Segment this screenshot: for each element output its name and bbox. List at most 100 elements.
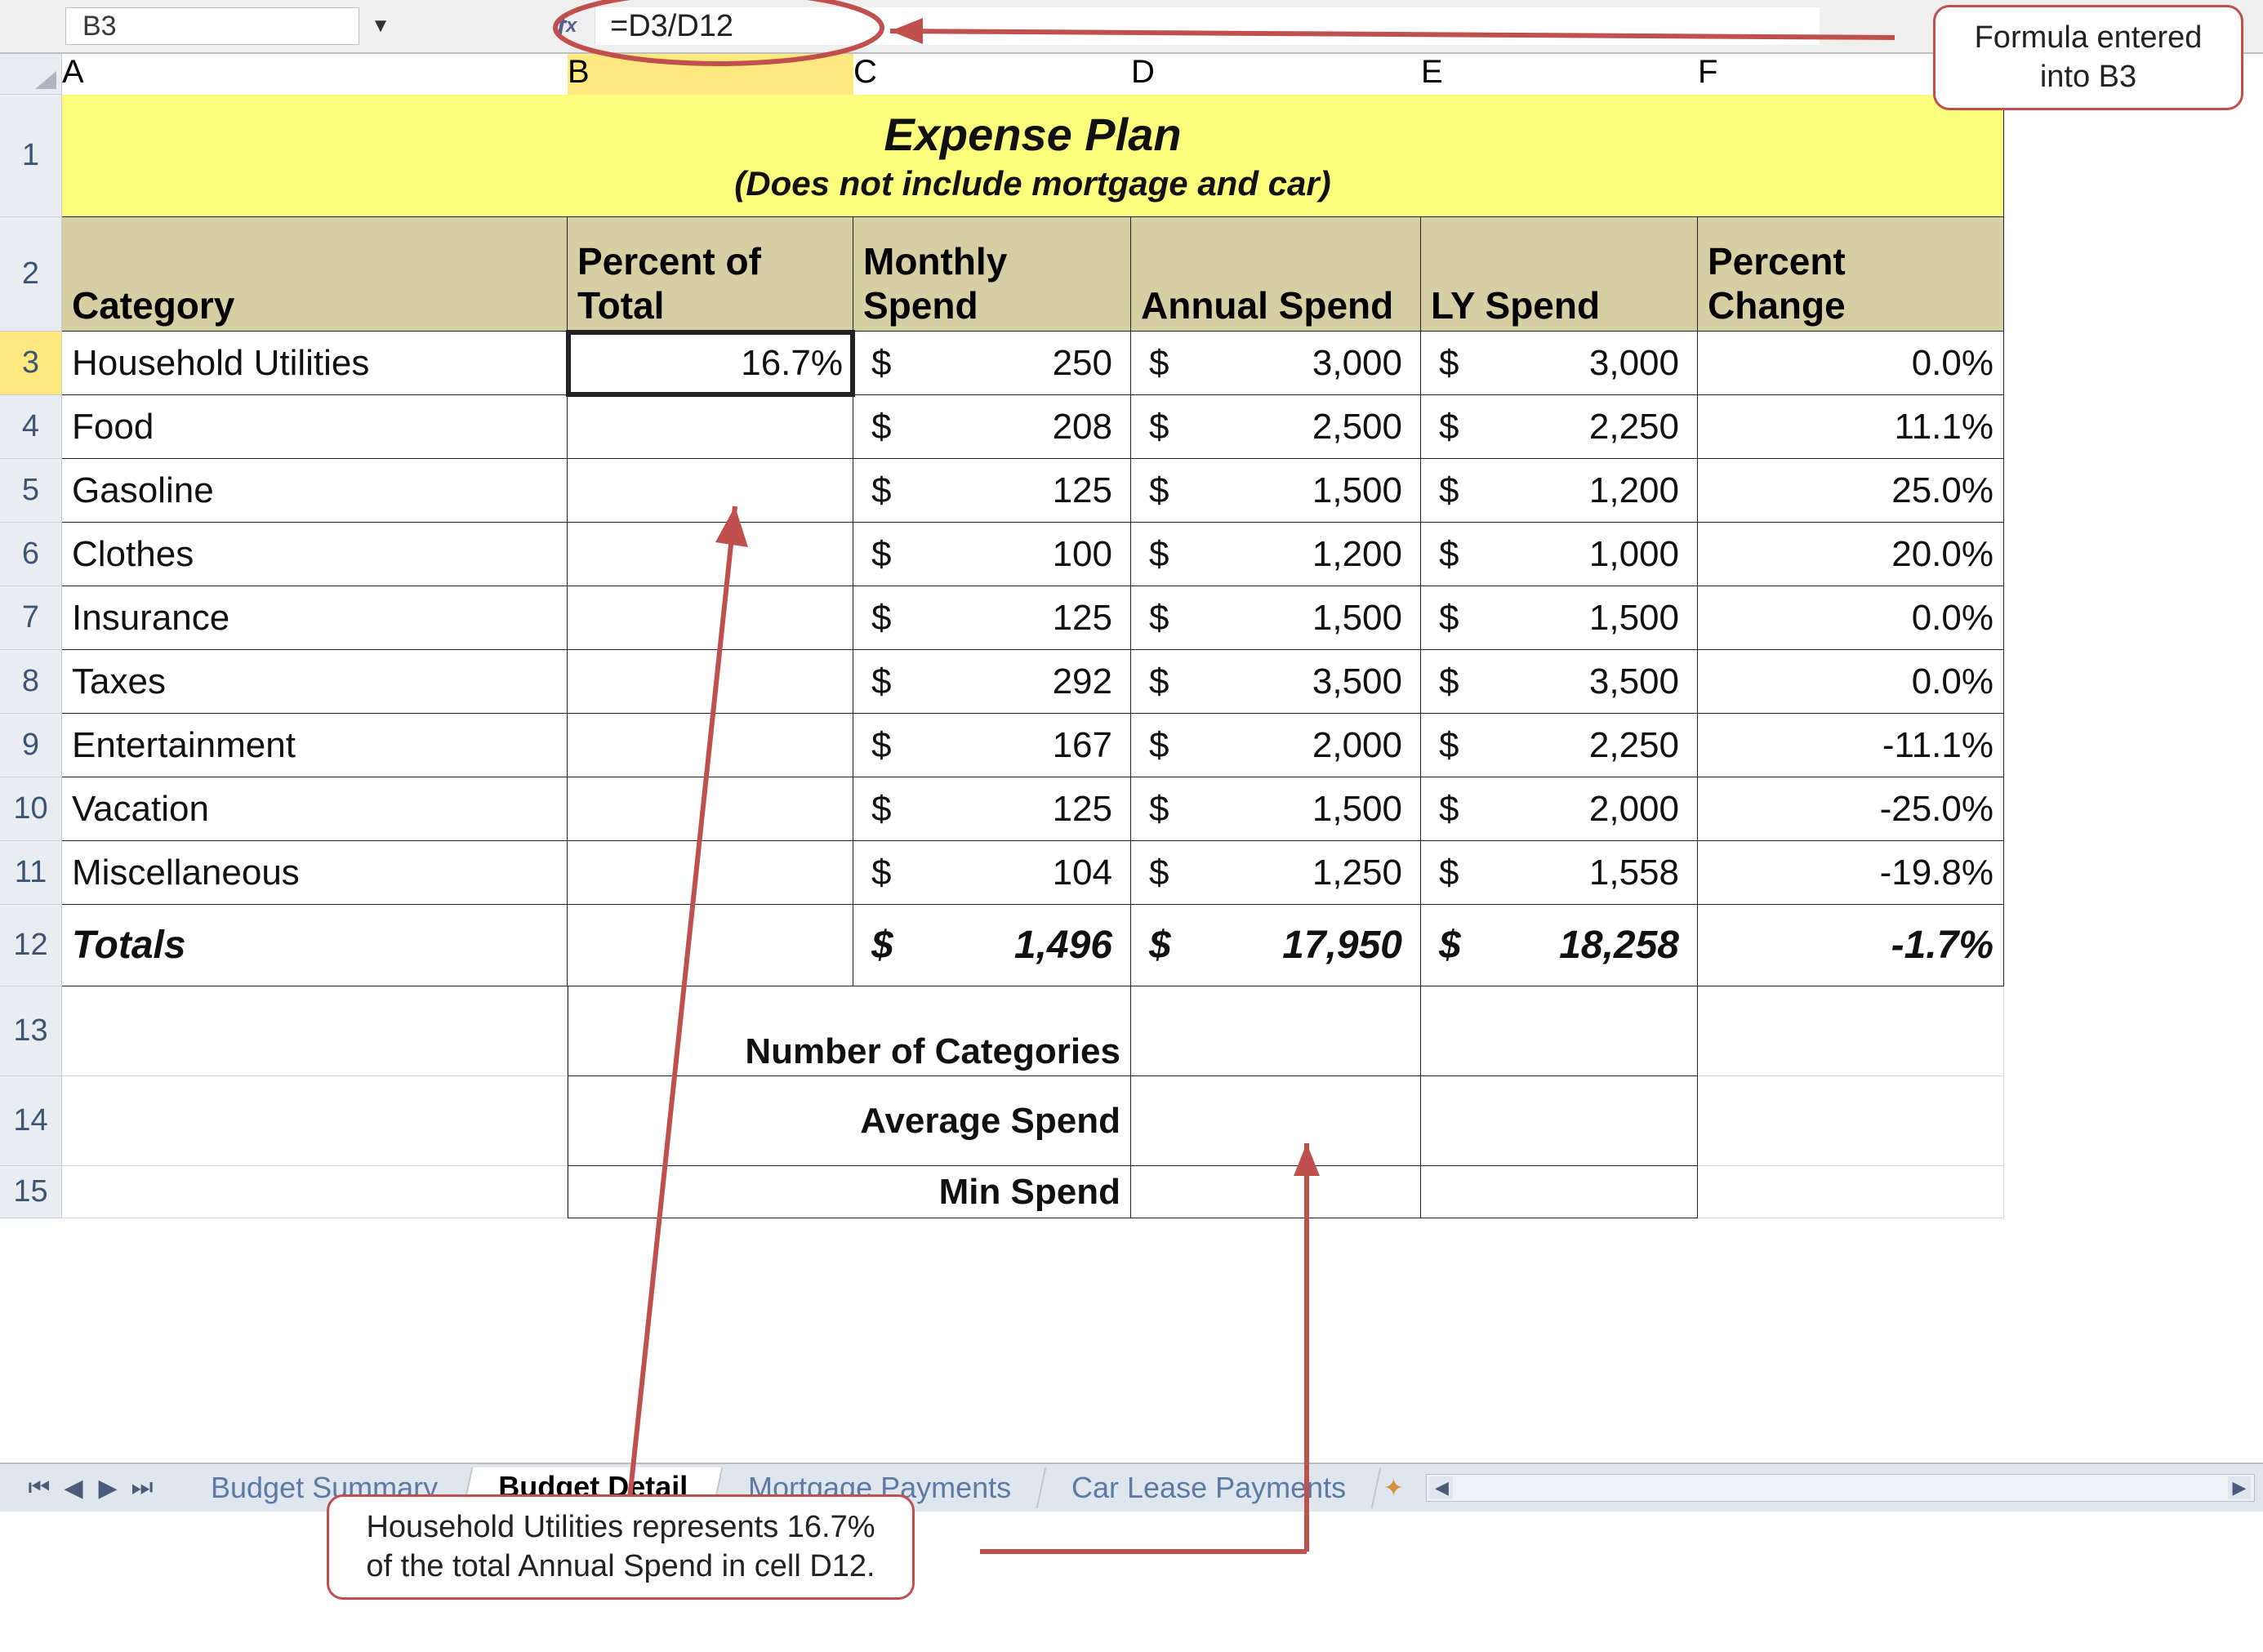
cell-E15[interactable] xyxy=(1421,1166,1698,1218)
cell-D12[interactable]: $17,950 xyxy=(1131,905,1421,986)
name-box[interactable]: B3 xyxy=(65,7,359,45)
row-header-6[interactable]: 6 xyxy=(0,523,62,586)
cell-B11[interactable] xyxy=(568,841,853,905)
cell-A8[interactable]: Taxes xyxy=(62,650,568,714)
cell-E7[interactable]: $1,500 xyxy=(1421,586,1698,650)
cell-F13[interactable] xyxy=(1698,986,2004,1076)
row-header-8[interactable]: 8 xyxy=(0,650,62,714)
cell-D3[interactable]: $3,000 xyxy=(1131,332,1421,395)
cell-F10[interactable]: -25.0% xyxy=(1698,777,2004,841)
cell-C8[interactable]: $292 xyxy=(853,650,1131,714)
cell-D7[interactable]: $1,500 xyxy=(1131,586,1421,650)
tab-mortgage-payments[interactable]: Mortgage Payments xyxy=(715,1467,1047,1508)
cell-A14[interactable] xyxy=(62,1076,568,1166)
row-header-4[interactable]: 4 xyxy=(0,395,62,459)
cell-B10[interactable] xyxy=(568,777,853,841)
cell-C3[interactable]: $250 xyxy=(853,332,1131,395)
cell-B4[interactable] xyxy=(568,395,853,459)
tab-last-icon[interactable]: ⏭ xyxy=(127,1474,157,1503)
cell-D5[interactable]: $1,500 xyxy=(1131,459,1421,523)
cell-E10[interactable]: $2,000 xyxy=(1421,777,1698,841)
tab-budget-summary[interactable]: Budget Summary xyxy=(177,1467,474,1508)
cell-E11[interactable]: $1,558 xyxy=(1421,841,1698,905)
cell-E6[interactable]: $1,000 xyxy=(1421,523,1698,586)
row-header-10[interactable]: 10 xyxy=(0,777,62,841)
cell-F5[interactable]: 25.0% xyxy=(1698,459,2004,523)
summary-label-15[interactable]: Min Spend xyxy=(568,1166,1131,1218)
row-header-1[interactable]: 1 xyxy=(0,95,62,217)
cell-A3[interactable]: Household Utilities xyxy=(62,332,568,395)
col-header-D[interactable]: D xyxy=(1131,54,1421,95)
hdr-monthly[interactable]: Monthly Spend xyxy=(853,217,1131,332)
cell-F15[interactable] xyxy=(1698,1166,2004,1218)
cell-C5[interactable]: $125 xyxy=(853,459,1131,523)
row-header-15[interactable]: 15 xyxy=(0,1166,62,1218)
cell-E8[interactable]: $3,500 xyxy=(1421,650,1698,714)
scroll-left-icon[interactable]: ◀ xyxy=(1430,1476,1453,1499)
tab-first-icon[interactable]: ⏮ xyxy=(25,1474,54,1503)
cell-E3[interactable]: $3,000 xyxy=(1421,332,1698,395)
row-header-9[interactable]: 9 xyxy=(0,714,62,777)
cell-A11[interactable]: Miscellaneous xyxy=(62,841,568,905)
row-header-14[interactable]: 14 xyxy=(0,1076,62,1166)
cell-D10[interactable]: $1,500 xyxy=(1131,777,1421,841)
horizontal-scrollbar[interactable]: ◀ ▶ xyxy=(1426,1474,2255,1502)
title-cell[interactable]: Expense Plan (Does not include mortgage … xyxy=(62,95,2004,217)
cell-C9[interactable]: $167 xyxy=(853,714,1131,777)
cell-C12[interactable]: $1,496 xyxy=(853,905,1131,986)
col-header-C[interactable]: C xyxy=(853,54,1131,95)
scroll-right-icon[interactable]: ▶ xyxy=(2228,1476,2251,1499)
cell-E4[interactable]: $2,250 xyxy=(1421,395,1698,459)
col-header-A[interactable]: A xyxy=(62,54,568,95)
cell-E14[interactable] xyxy=(1421,1076,1698,1166)
hdr-change[interactable]: Percent Change xyxy=(1698,217,2004,332)
cell-B12[interactable] xyxy=(568,905,853,986)
cell-F11[interactable]: -19.8% xyxy=(1698,841,2004,905)
col-header-F[interactable]: F xyxy=(1698,54,2004,95)
tab-prev-icon[interactable]: ◀ xyxy=(59,1474,88,1503)
cell-D13[interactable] xyxy=(1131,986,1421,1076)
cell-C7[interactable]: $125 xyxy=(853,586,1131,650)
cell-D4[interactable]: $2,500 xyxy=(1131,395,1421,459)
hdr-category[interactable]: Category xyxy=(62,217,568,332)
tab-next-icon[interactable]: ▶ xyxy=(93,1474,123,1503)
col-header-E[interactable]: E xyxy=(1421,54,1698,95)
row-header-12[interactable]: 12 xyxy=(0,905,62,986)
cell-A9[interactable]: Entertainment xyxy=(62,714,568,777)
cell-B8[interactable] xyxy=(568,650,853,714)
cell-F4[interactable]: 11.1% xyxy=(1698,395,2004,459)
cell-B7[interactable] xyxy=(568,586,853,650)
cell-A10[interactable]: Vacation xyxy=(62,777,568,841)
cell-D6[interactable]: $1,200 xyxy=(1131,523,1421,586)
cell-C11[interactable]: $104 xyxy=(853,841,1131,905)
row-header-13[interactable]: 13 xyxy=(0,986,62,1076)
new-sheet-icon[interactable]: ✦ xyxy=(1377,1474,1410,1503)
row-header-5[interactable]: 5 xyxy=(0,459,62,523)
summary-label-14[interactable]: Average Spend xyxy=(568,1076,1131,1166)
spreadsheet-grid[interactable]: A B C D E F 1 Expense Plan (Does not inc… xyxy=(0,54,2263,1218)
cell-C4[interactable]: $208 xyxy=(853,395,1131,459)
cell-B5[interactable] xyxy=(568,459,853,523)
hdr-ly[interactable]: LY Spend xyxy=(1421,217,1698,332)
tab-budget-detail[interactable]: Budget Detail xyxy=(465,1467,724,1508)
cell-A13[interactable] xyxy=(62,986,568,1076)
cell-D14[interactable] xyxy=(1131,1076,1421,1166)
cell-D8[interactable]: $3,500 xyxy=(1131,650,1421,714)
cell-A4[interactable]: Food xyxy=(62,395,568,459)
cell-C10[interactable]: $125 xyxy=(853,777,1131,841)
tab-car-lease-payments[interactable]: Car Lease Payments xyxy=(1038,1467,1382,1508)
cell-A12[interactable]: Totals xyxy=(62,905,568,986)
row-header-7[interactable]: 7 xyxy=(0,586,62,650)
row-header-3[interactable]: 3 xyxy=(0,332,62,395)
select-all-corner[interactable] xyxy=(0,54,62,95)
cell-D11[interactable]: $1,250 xyxy=(1131,841,1421,905)
fx-button[interactable]: fx xyxy=(544,7,590,45)
cell-E9[interactable]: $2,250 xyxy=(1421,714,1698,777)
hdr-percent[interactable]: Percent of Total xyxy=(568,217,853,332)
cell-F7[interactable]: 0.0% xyxy=(1698,586,2004,650)
cell-D15[interactable] xyxy=(1131,1166,1421,1218)
col-header-B[interactable]: B xyxy=(568,54,853,95)
cell-A7[interactable]: Insurance xyxy=(62,586,568,650)
cell-A5[interactable]: Gasoline xyxy=(62,459,568,523)
name-box-dropdown-icon[interactable]: ▼ xyxy=(364,7,397,45)
